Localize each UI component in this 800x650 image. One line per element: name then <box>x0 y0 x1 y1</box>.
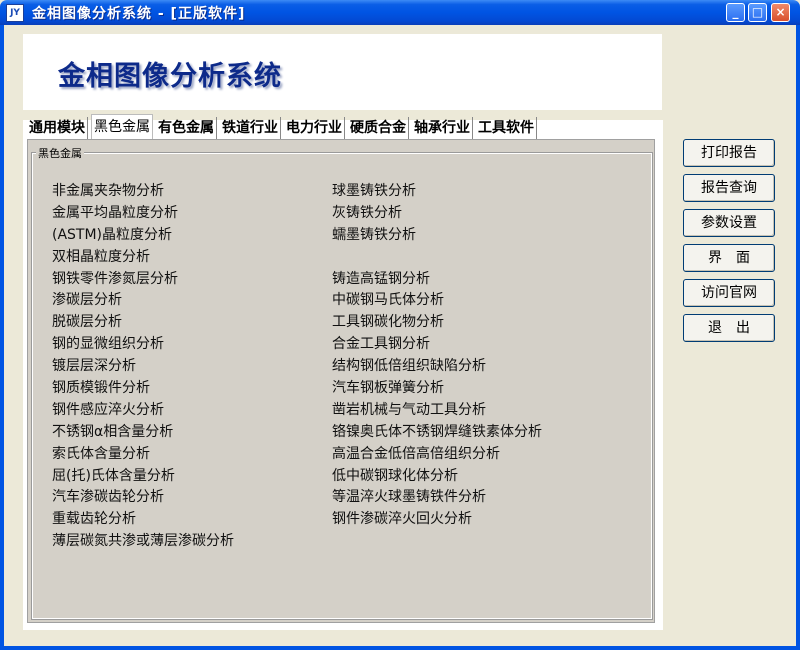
tab-hard-alloy[interactable]: 硬质合金 <box>348 117 409 139</box>
window-frame-bottom <box>0 646 800 650</box>
analysis-item[interactable]: 等温淬火球墨铸铁件分析 <box>332 487 542 509</box>
analysis-item[interactable]: 索氏体含量分析 <box>52 444 234 466</box>
close-icon: × <box>775 5 786 19</box>
analysis-item[interactable]: 灰铸铁分析 <box>332 203 542 225</box>
analysis-item[interactable]: 钢的显微组织分析 <box>52 334 234 356</box>
analysis-item[interactable]: 凿岩机械与气动工具分析 <box>332 400 542 422</box>
analysis-item[interactable]: 高温合金低倍高倍组织分析 <box>332 444 542 466</box>
tab-general[interactable]: 通用模块 <box>27 117 88 139</box>
banner: 金相图像分析系统 <box>23 34 662 110</box>
analysis-item[interactable]: 钢质模锻件分析 <box>52 378 234 400</box>
window-frame-left <box>0 25 4 650</box>
analysis-item[interactable]: 渗碳层分析 <box>52 290 234 312</box>
analysis-item[interactable]: 非金属夹杂物分析 <box>52 181 234 203</box>
analysis-item[interactable]: 钢件渗碳淬火回火分析 <box>332 509 542 531</box>
maximize-icon: □ <box>751 5 764 19</box>
right-analysis-list: 球墨铸铁分析 灰铸铁分析 蠕墨铸铁分析 铸造高锰钢分析 中碳钢马氏体分析 工具钢… <box>332 181 542 531</box>
analysis-item[interactable]: 钢铁零件渗氮层分析 <box>52 269 234 291</box>
analysis-item[interactable]: 铬镍奥氏体不锈钢焊缝铁素体分析 <box>332 422 542 444</box>
title-bar[interactable]: JY 金相图像分析系统 - [正版软件] _ □ × <box>0 0 800 25</box>
banner-title: 金相图像分析系统 <box>58 61 282 92</box>
tab-strip: 通用模块 黑色金属 有色金属 铁道行业 电力行业 硬质合金 轴承行业 工具软件 <box>27 114 540 139</box>
tab-ferrous-metals[interactable]: 黑色金属 <box>91 114 153 139</box>
analysis-item[interactable]: 金属平均晶粒度分析 <box>52 203 234 225</box>
analysis-item[interactable]: 中碳钢马氏体分析 <box>332 290 542 312</box>
tab-bearing[interactable]: 轴承行业 <box>412 117 473 139</box>
visit-website-button[interactable]: 访问官网 <box>683 279 775 307</box>
tab-content: 黑色金属 非金属夹杂物分析 金属平均晶粒度分析 (ASTM)晶粒度分析 双相晶粒… <box>27 139 655 623</box>
tab-tools[interactable]: 工具软件 <box>476 117 537 139</box>
group-label: 黑色金属 <box>36 145 84 161</box>
window-title: 金相图像分析系统 - [正版软件] <box>32 6 246 22</box>
analysis-item[interactable]: 蠕墨铸铁分析 <box>332 225 542 247</box>
analysis-item[interactable]: 结构钢低倍组织缺陷分析 <box>332 356 542 378</box>
tab-nonferrous-metals[interactable]: 有色金属 <box>156 117 217 139</box>
maximize-button[interactable]: □ <box>748 3 767 22</box>
minimize-icon: _ <box>732 5 739 19</box>
left-analysis-list: 非金属夹杂物分析 金属平均晶粒度分析 (ASTM)晶粒度分析 双相晶粒度分析 钢… <box>52 181 234 553</box>
analysis-item[interactable]: 工具钢碳化物分析 <box>332 312 542 334</box>
analysis-item[interactable]: 汽车渗碳齿轮分析 <box>52 487 234 509</box>
report-query-button[interactable]: 报告查询 <box>683 174 775 202</box>
window-frame-right <box>796 25 800 650</box>
tab-railway[interactable]: 铁道行业 <box>220 117 281 139</box>
exit-button[interactable]: 退 出 <box>683 314 775 342</box>
parameter-settings-button[interactable]: 参数设置 <box>683 209 775 237</box>
analysis-item[interactable]: (ASTM)晶粒度分析 <box>52 225 234 247</box>
app-icon[interactable]: JY <box>6 4 24 22</box>
analysis-item[interactable]: 铸造高锰钢分析 <box>332 269 542 291</box>
analysis-item[interactable]: 重载齿轮分析 <box>52 509 234 531</box>
analysis-item[interactable]: 钢件感应淬火分析 <box>52 400 234 422</box>
analysis-item[interactable]: 镀层层深分析 <box>52 356 234 378</box>
analysis-item[interactable]: 不锈钢α相含量分析 <box>52 422 234 444</box>
analysis-item[interactable]: 球墨铸铁分析 <box>332 181 542 203</box>
print-report-button[interactable]: 打印报告 <box>683 139 775 167</box>
analysis-item[interactable]: 脱碳层分析 <box>52 312 234 334</box>
analysis-item[interactable]: 薄层碳氮共渗或薄层渗碳分析 <box>52 531 234 553</box>
close-button[interactable]: × <box>771 3 790 22</box>
interface-button[interactable]: 界 面 <box>683 244 775 272</box>
analysis-item[interactable]: 汽车钢板弹簧分析 <box>332 378 542 400</box>
analysis-item[interactable]: 低中碳钢球化体分析 <box>332 466 542 488</box>
analysis-item[interactable]: 合金工具钢分析 <box>332 334 542 356</box>
analysis-item[interactable]: 屈(托)氏体含量分析 <box>52 466 234 488</box>
tab-electric-power[interactable]: 电力行业 <box>284 117 345 139</box>
minimize-button[interactable]: _ <box>726 3 745 22</box>
analysis-item[interactable]: 双相晶粒度分析 <box>52 247 234 269</box>
